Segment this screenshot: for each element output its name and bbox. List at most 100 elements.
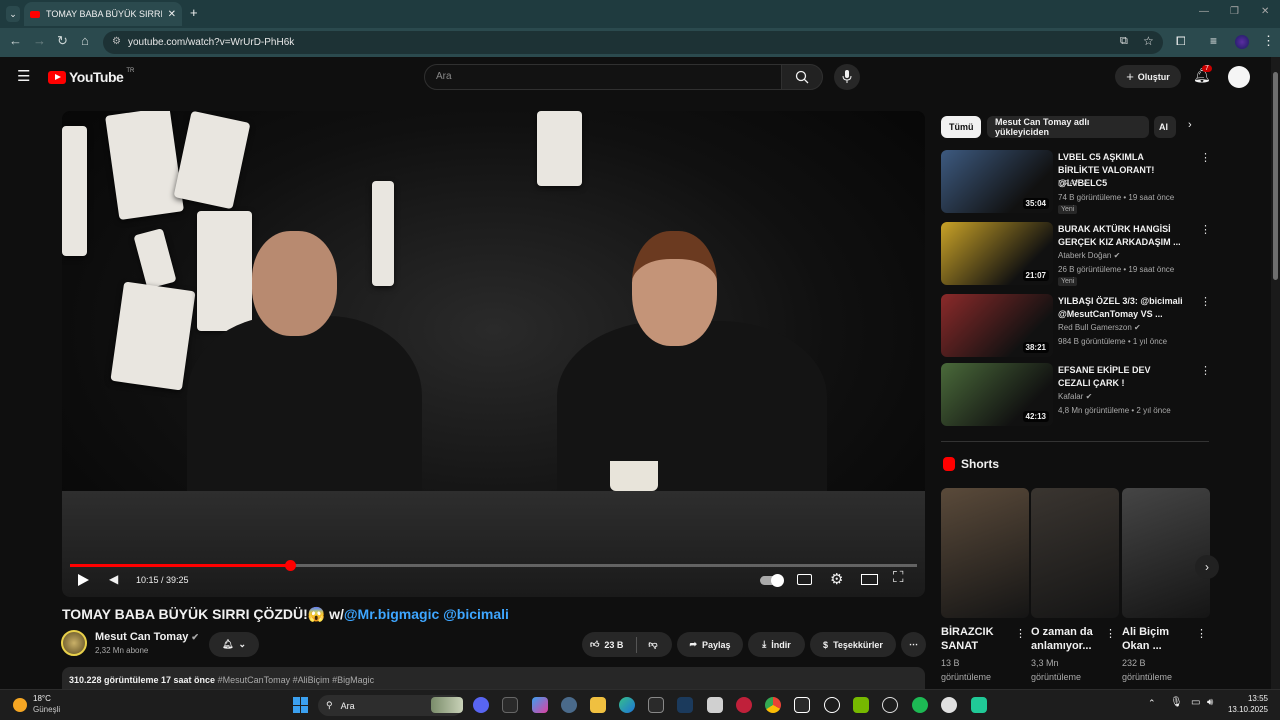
channel-name[interactable]: Ataberk Doğan ✔ — [1058, 251, 1120, 260]
more-vertical-icon[interactable]: ⋮ — [1105, 627, 1116, 640]
close-tab-icon[interactable]: ✕ — [168, 9, 176, 20]
reading-list-icon[interactable]: ≡ — [1210, 34, 1217, 48]
theater-mode-icon[interactable] — [861, 574, 878, 585]
windows-start-icon[interactable] — [293, 697, 309, 713]
edge-icon[interactable] — [619, 697, 635, 713]
store-icon[interactable] — [648, 697, 664, 713]
mail-icon[interactable] — [707, 697, 723, 713]
channel-name[interactable]: Red Bull Gamerszon ✔ — [1058, 323, 1141, 332]
tab-list-icon[interactable]: ⌄ — [6, 6, 20, 22]
network-icon[interactable]: ▭ — [1191, 697, 1200, 708]
close-window-icon[interactable]: ✕ — [1261, 6, 1269, 17]
menu-icon[interactable]: ☰ — [17, 67, 30, 85]
app-red-icon[interactable] — [736, 697, 752, 713]
short-title[interactable]: BİRAZCIK SANAT — [941, 625, 1017, 653]
url-field[interactable]: ⚙ youtube.com/watch?v=WrUrD-PhH6k ⧉ ☆ — [103, 31, 1163, 54]
back-icon[interactable]: ← — [9, 33, 22, 48]
file-explorer-icon[interactable] — [590, 697, 606, 713]
chip-all[interactable]: Tümü — [941, 116, 981, 138]
steam-icon[interactable] — [677, 697, 693, 713]
minimize-icon[interactable]: — — [1199, 6, 1209, 17]
epic-games-icon[interactable] — [502, 697, 518, 713]
mic-tray-icon[interactable]: 🎙︎ — [1170, 697, 1183, 708]
channel-avatar[interactable] — [61, 630, 87, 656]
install-app-icon[interactable]: ⧉ — [1120, 35, 1128, 48]
more-vertical-icon[interactable]: ⋮ — [1200, 295, 1211, 308]
share-button[interactable]: ➦ Paylaş — [677, 632, 743, 657]
channel-name[interactable]: ERAY ✔ — [1058, 179, 1088, 188]
video-title[interactable]: BURAK AKTÜRK HANGİSİ GERÇEK KIZ ARKADAŞI… — [1058, 223, 1183, 249]
video-thumbnail[interactable]: 38:21 — [941, 294, 1053, 357]
home-icon[interactable]: ⌂ — [81, 33, 89, 48]
more-vertical-icon[interactable]: ⋮ — [1200, 364, 1211, 377]
notifications-button[interactable]: 🔔︎ 7 — [1193, 65, 1212, 85]
obs-icon[interactable] — [941, 697, 957, 713]
chatgpt-icon[interactable] — [824, 697, 840, 713]
video-thumbnail[interactable]: 35:04 — [941, 150, 1053, 213]
chrome-icon[interactable] — [765, 697, 781, 713]
short-title[interactable]: Ali Biçim Okan ... — [1122, 625, 1198, 653]
video-progress-bar[interactable] — [70, 560, 917, 571]
new-tab-icon[interactable]: + — [190, 5, 198, 20]
more-vertical-icon[interactable]: ⋮ — [1015, 627, 1026, 640]
subscription-bell-button[interactable]: 🔔︎ ⌄ — [209, 632, 259, 657]
video-title[interactable]: YILBAŞI ÖZEL 3/3: @bicimali @MesutCanTom… — [1058, 295, 1183, 321]
youtube-logo[interactable]: YouTube TR — [48, 68, 134, 85]
settings-app-icon[interactable] — [561, 697, 577, 713]
recommended-video[interactable]: 21:07 BURAK AKTÜRK HANGİSİ GERÇEK KIZ ARK… — [941, 222, 1211, 286]
short-thumbnail[interactable] — [1031, 488, 1119, 618]
extensions-icon[interactable]: ⧠ — [1176, 34, 1186, 49]
short-thumbnail[interactable] — [1122, 488, 1210, 618]
play-icon[interactable] — [78, 574, 89, 586]
bookmark-star-icon[interactable]: ☆ — [1143, 34, 1154, 48]
dislike-button[interactable]: 👎︎ — [648, 639, 657, 650]
browser-menu-icon[interactable]: ⋮ — [1262, 33, 1275, 49]
shorts-next-button[interactable]: › — [1195, 555, 1219, 579]
fullscreen-icon[interactable]: ⛶ — [893, 569, 904, 586]
app-green-icon[interactable] — [971, 697, 987, 713]
thanks-button[interactable]: $ Teşekkürler — [810, 632, 896, 657]
search-input[interactable]: Ara — [424, 64, 782, 90]
chip-from-uploader[interactable]: Mesut Can Tomay adlı yükleyiciden — [987, 116, 1149, 138]
chip-related[interactable]: Al — [1154, 116, 1176, 138]
volume-tray-icon[interactable]: 🔊︎ — [1207, 697, 1213, 708]
voice-search-button[interactable] — [834, 64, 860, 90]
video-title-mentions[interactable]: @Mr.bigmagic @bicimali — [344, 606, 509, 622]
weather-sun-icon[interactable] — [13, 698, 27, 712]
create-button[interactable]: + Oluştur — [1115, 65, 1181, 88]
volume-icon[interactable]: ◀︎ — [109, 572, 118, 586]
app-g-icon[interactable] — [882, 697, 898, 713]
like-button[interactable]: 👍︎ 23 B — [590, 639, 623, 650]
profile-avatar-icon[interactable] — [1235, 35, 1249, 49]
maximize-icon[interactable]: ❐ — [1230, 6, 1239, 17]
video-player[interactable]: ◀︎ 10:15 / 39:25 ⚙ ⛶ — [62, 111, 925, 597]
more-vertical-icon[interactable]: ⋮ — [1196, 627, 1207, 640]
forward-icon[interactable]: → — [33, 33, 46, 48]
nvidia-icon[interactable] — [853, 697, 869, 713]
recommended-video[interactable]: 35:04 LVBEL C5 AŞKIMLA BİRLİKTE VALORANT!… — [941, 150, 1211, 214]
video-thumbnail[interactable]: 21:07 — [941, 222, 1053, 285]
more-vertical-icon[interactable]: ⋮ — [1200, 151, 1211, 164]
copilot-icon[interactable] — [532, 697, 548, 713]
video-thumbnail[interactable]: 42:13 — [941, 363, 1053, 426]
discord-icon[interactable] — [473, 697, 489, 713]
recommended-video[interactable]: 38:21 YILBAŞI ÖZEL 3/3: @bicimali @MesutC… — [941, 294, 1211, 358]
description-tags[interactable]: #MesutCanTomay #AliBiçim #BigMagic — [218, 675, 375, 685]
reload-icon[interactable]: ↻ — [57, 33, 68, 49]
browser-tab[interactable]: TOMAY BABA BÜYÜK SIRRI ÇÖZ ✕ — [24, 2, 182, 26]
recommended-video[interactable]: 42:13 EFSANE EKİPLE DEV CEZALI ÇARK ! Kafa… — [941, 363, 1211, 427]
download-button[interactable]: ⤓ İndir — [748, 632, 805, 657]
page-scrollbar-thumb[interactable] — [1273, 72, 1278, 280]
account-avatar[interactable] — [1228, 66, 1250, 88]
hidden-icons-chevron-icon[interactable]: ⌃ — [1148, 698, 1156, 709]
more-vertical-icon[interactable]: ⋮ — [1200, 223, 1211, 236]
more-actions-button[interactable]: ⋯ — [901, 632, 926, 657]
settings-gear-icon[interactable]: ⚙ — [830, 570, 843, 588]
channel-name[interactable]: Kafalar ✔ — [1058, 392, 1092, 401]
site-info-icon[interactable]: ⚙ — [112, 36, 121, 47]
spotify-icon[interactable] — [912, 697, 928, 713]
autoplay-toggle[interactable] — [760, 574, 784, 587]
chevron-right-icon[interactable]: › — [1188, 119, 1192, 131]
subtitles-icon[interactable] — [797, 574, 812, 585]
channel-name[interactable]: Mesut Can Tomay ✔ — [95, 631, 199, 643]
